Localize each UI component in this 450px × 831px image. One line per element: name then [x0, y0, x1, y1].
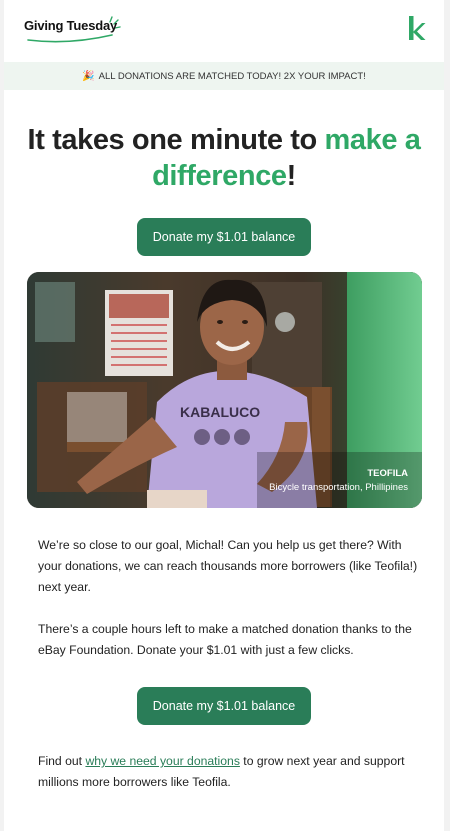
page-title: It takes one minute to make a difference…: [14, 122, 434, 194]
giving-tuesday-logo[interactable]: Giving Tuesday: [24, 18, 117, 33]
borrower-photo: KABALUCO TEOFILA Bicycle transportation,…: [27, 272, 422, 508]
banner-text: ALL DONATIONS ARE MATCHED TODAY! 2X YOUR…: [98, 70, 366, 82]
match-banner: 🎉 ALL DONATIONS ARE MATCHED TODAY! 2X YO…: [4, 62, 444, 90]
footer-text-before: Find out: [38, 754, 86, 768]
headline-part1: It takes one minute to: [27, 124, 325, 156]
donate-button-top[interactable]: Donate my $1.01 balance: [137, 218, 311, 256]
why-we-need-donations-link[interactable]: why we need your donations: [85, 754, 239, 768]
party-popper-icon: 🎉: [82, 70, 95, 82]
borrower-photo-illustration: KABALUCO: [27, 272, 422, 508]
photo-caption-subtitle: Bicycle transportation, Phillipines: [269, 482, 408, 493]
email-header: Giving Tuesday: [4, 0, 444, 62]
kiva-k-logo-icon[interactable]: [408, 15, 426, 41]
photo-caption-name: TEOFILA: [367, 468, 408, 479]
footer-paragraph: Find out why we need your donations to g…: [38, 751, 418, 793]
email-container: Giving Tuesday 🎉 ALL DONATIONS ARE MATCH…: [4, 0, 444, 831]
headline-part2: !: [286, 160, 297, 192]
donate-button-bottom[interactable]: Donate my $1.01 balance: [137, 687, 311, 725]
svg-text:KABALUCO: KABALUCO: [180, 404, 260, 420]
body-paragraph-1: We’re so close to our goal, Michal! Can …: [38, 538, 418, 594]
body-paragraph-2: There’s a couple hours left to make a ma…: [38, 622, 412, 657]
